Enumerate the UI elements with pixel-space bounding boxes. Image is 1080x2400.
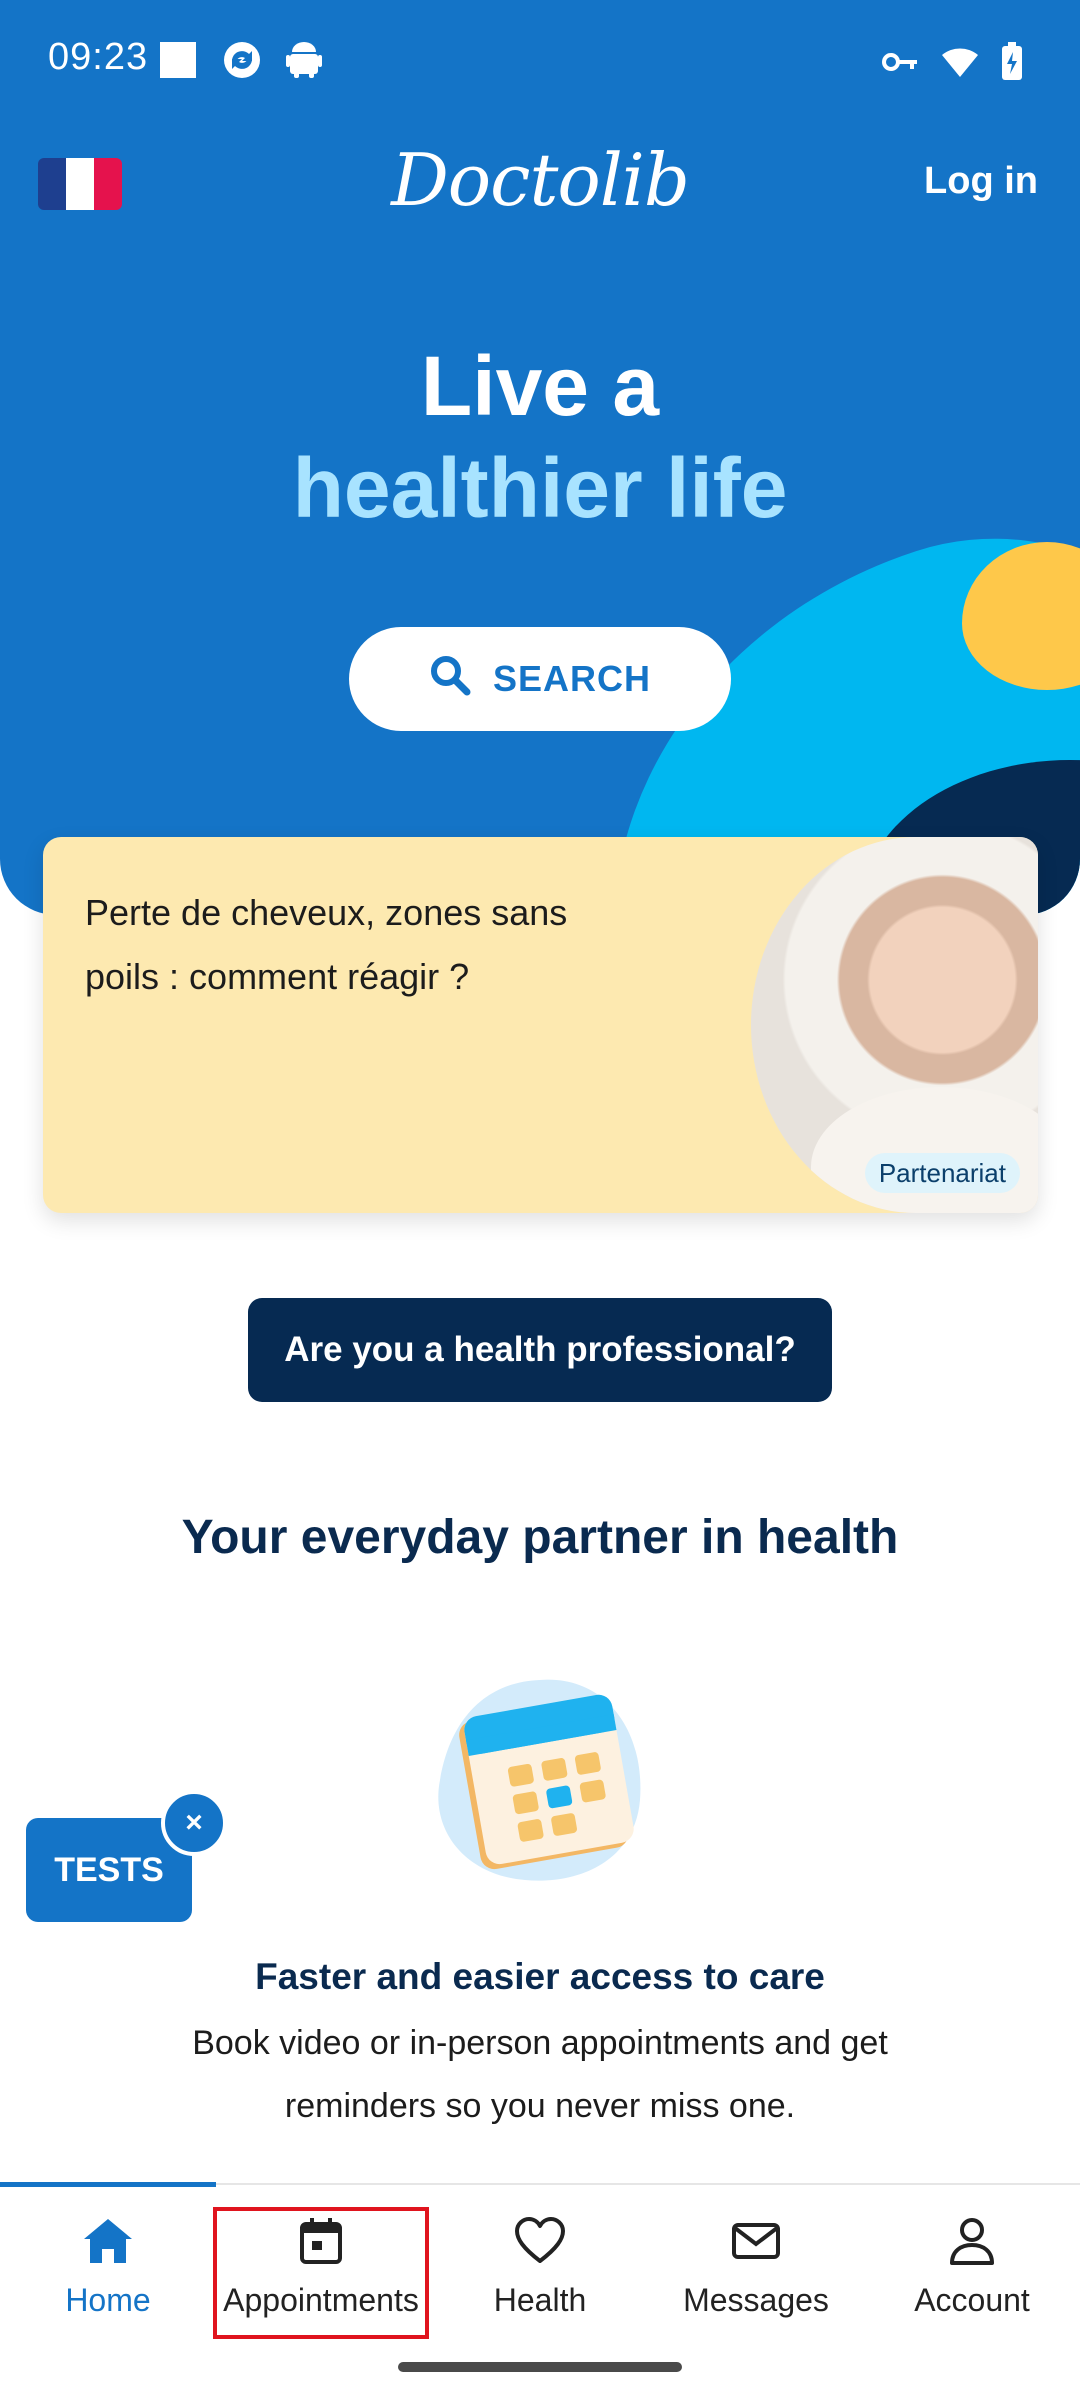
nav-label-home: Home	[65, 2282, 151, 2318]
hero-headline-line2: healthier life	[292, 441, 788, 535]
nav-item-appointments[interactable]: Appointments	[213, 2207, 429, 2339]
health-professional-button[interactable]: Are you a health professional?	[248, 1298, 832, 1402]
gesture-home-indicator[interactable]	[398, 2362, 682, 2372]
status-time: 09:23	[48, 36, 149, 78]
square-notification-icon	[158, 40, 198, 85]
nav-item-account[interactable]: Account	[864, 2215, 1080, 2335]
android-icon	[286, 40, 322, 85]
section-title: Your everyday partner in health	[181, 1511, 899, 1564]
mail-icon	[729, 2215, 783, 2272]
heart-icon	[513, 2215, 567, 2272]
nav-label-health: Health	[493, 2282, 587, 2318]
hero-banner: 09:23 Doctolib Log in Live a healthier l…	[0, 0, 1080, 915]
wifi-icon	[940, 45, 980, 84]
close-icon[interactable]: ×	[161, 1790, 227, 1856]
nav-item-messages[interactable]: Messages	[648, 2215, 864, 2335]
feature-description: Book video or in-person appointments and…	[192, 2024, 888, 2125]
feature-title: Faster and easier access to care	[255, 1956, 825, 1997]
vpn-key-icon	[882, 47, 920, 82]
login-button[interactable]: Log in	[924, 160, 1038, 203]
photo-shirt-shape	[811, 1087, 1038, 1213]
nav-label-appointments: Appointments	[223, 2282, 419, 2318]
status-bar: 09:23	[0, 0, 1080, 120]
active-tab-indicator	[0, 2182, 216, 2187]
sync-app-icon	[222, 40, 262, 85]
nav-item-health[interactable]: Health	[432, 2215, 648, 2335]
hero-headline-line1: Live a	[420, 339, 660, 433]
battery-charging-icon	[1000, 42, 1024, 87]
article-card[interactable]: Perte de cheveux, zones sans poils : com…	[43, 837, 1038, 1213]
partnership-badge: Partenariat	[864, 1153, 1020, 1193]
status-system-icons	[882, 42, 1024, 87]
person-icon	[947, 2215, 997, 2272]
nav-label-account: Account	[914, 2282, 1030, 2318]
calendar-icon	[297, 2215, 345, 2272]
nav-item-home[interactable]: Home	[0, 2215, 216, 2335]
status-notification-icons	[158, 40, 322, 85]
nav-label-messages: Messages	[683, 2282, 829, 2318]
article-card-text: Perte de cheveux, zones sans poils : com…	[85, 892, 568, 997]
search-icon	[429, 654, 471, 705]
search-button-label: SEARCH	[492, 658, 651, 699]
doctolib-logo: Doctolib	[391, 138, 690, 222]
calendar-illustration-icon	[430, 1670, 650, 1890]
home-icon	[80, 2215, 136, 2272]
search-button[interactable]: SEARCH	[349, 627, 731, 731]
